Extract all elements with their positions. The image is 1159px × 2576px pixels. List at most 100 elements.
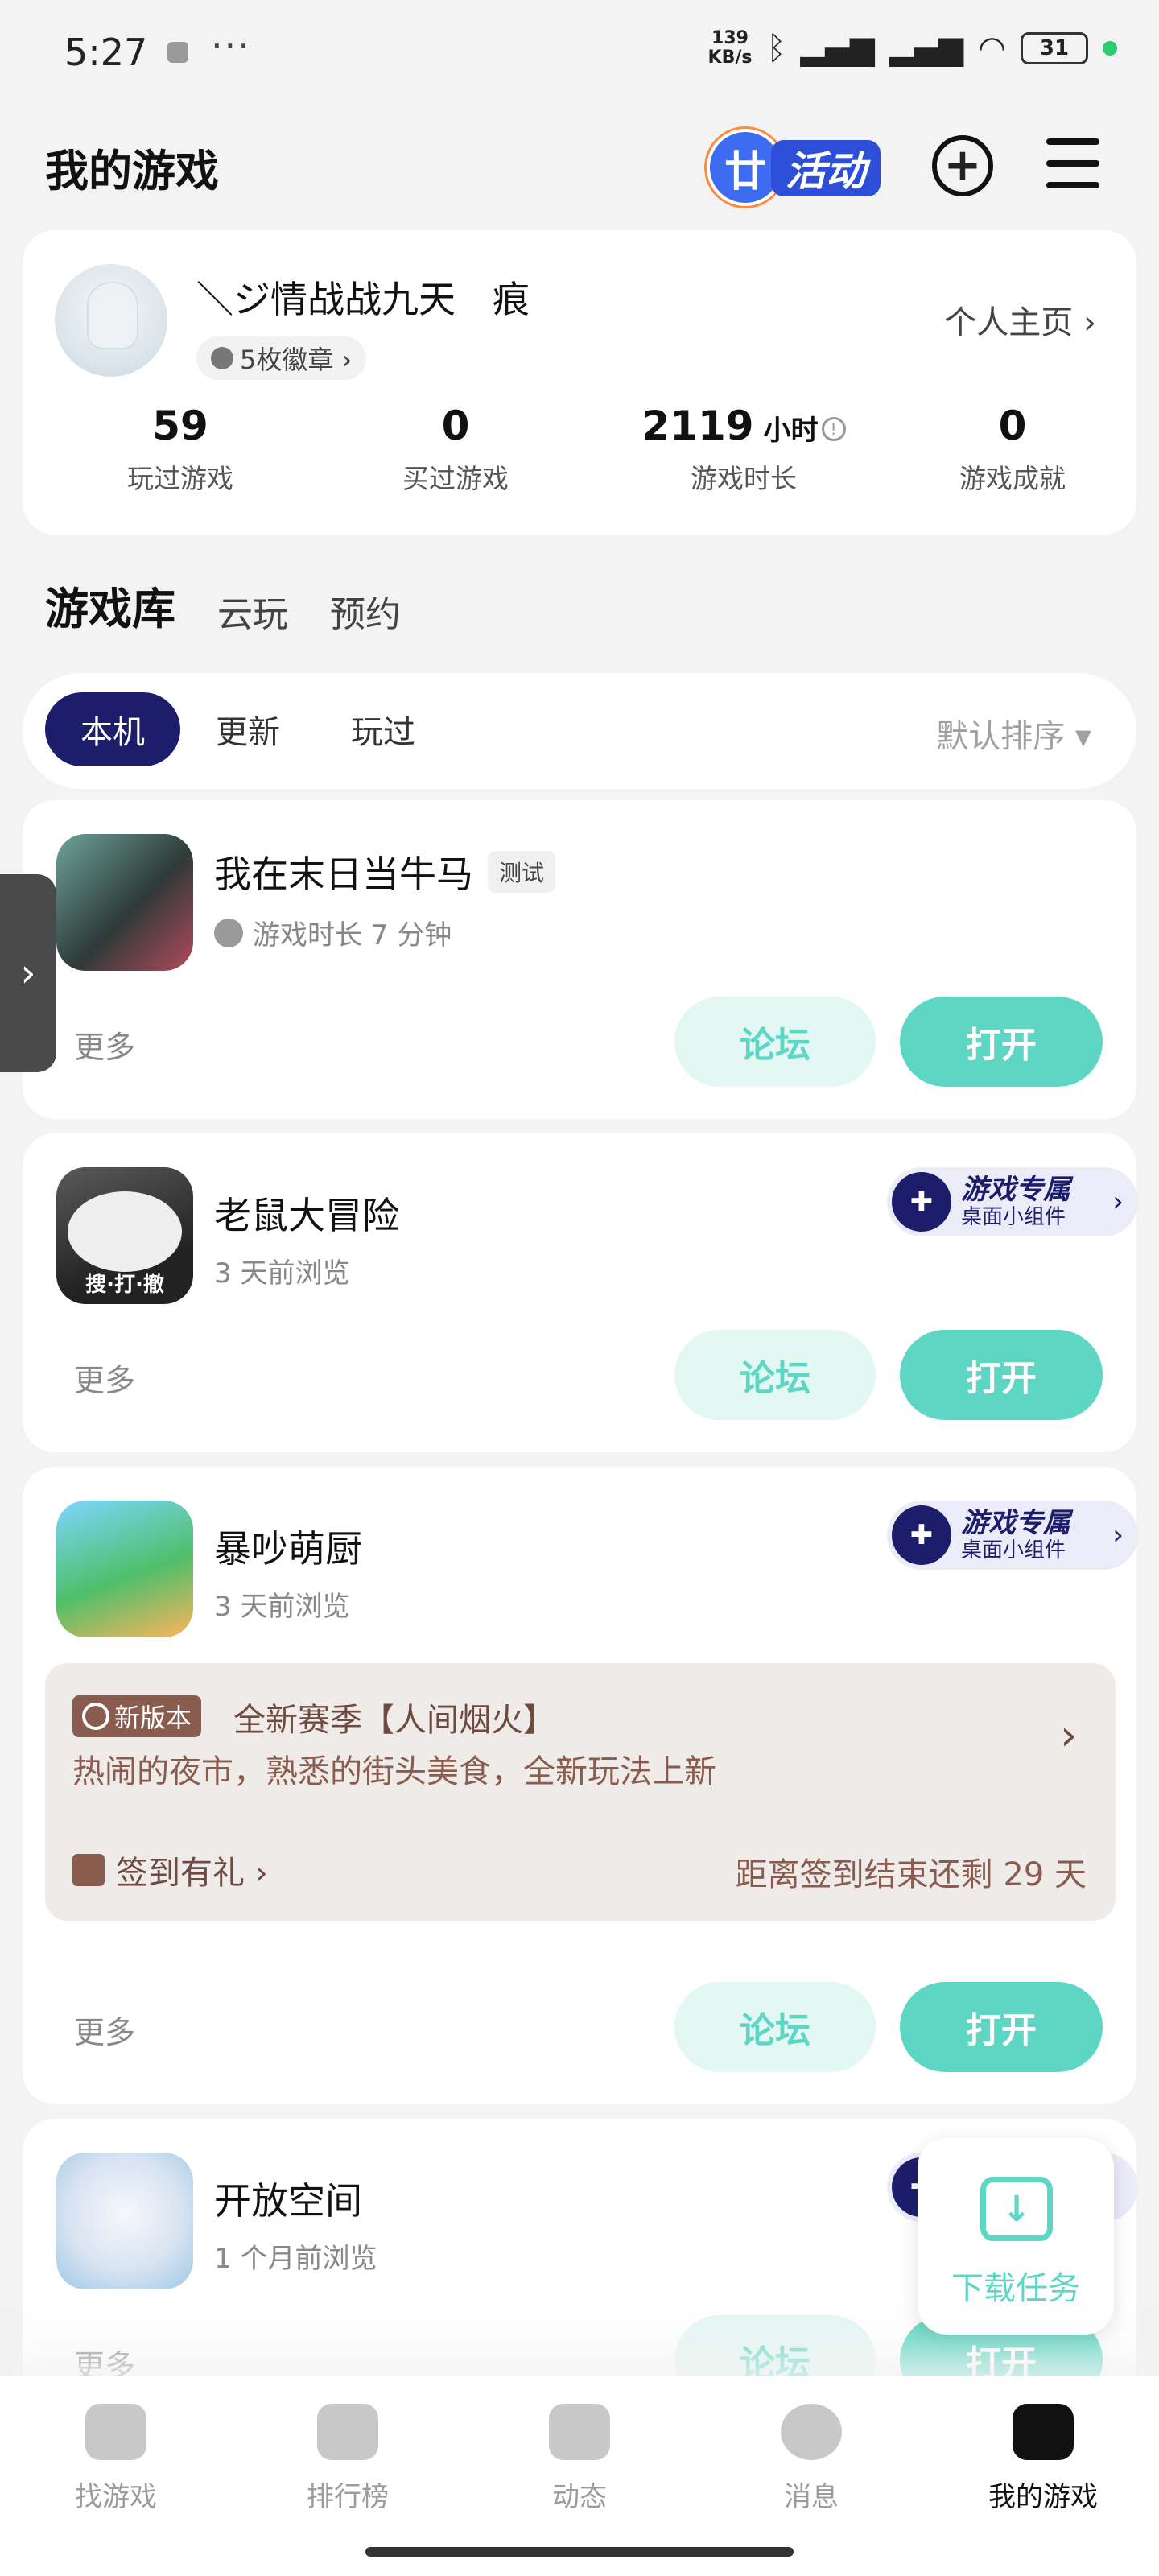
profile-card: ＼ジ情战战九天 痕 5枚徽章 › 个人主页 › 59 玩过游戏 0 买过游戏 2…	[23, 230, 1136, 535]
nav-label: 消息	[784, 2481, 839, 2513]
stat-value: 59	[152, 402, 208, 449]
game-icon[interactable]: 搜·打·撤	[56, 1167, 193, 1304]
nav-find-games[interactable]: 找游戏	[35, 2404, 196, 2514]
stat-bought[interactable]: 0 买过游戏	[335, 402, 576, 496]
nav-label: 排行榜	[307, 2481, 389, 2513]
game-name: 老鼠大冒险	[214, 1194, 399, 1237]
info-icon[interactable]: !	[821, 416, 846, 441]
side-drawer-handle[interactable]: ›	[0, 874, 56, 1072]
more-button[interactable]: 更多	[74, 1356, 135, 1400]
game-subtitle: 游戏时长 7 分钟	[253, 919, 452, 952]
homepage-link[interactable]: 个人主页 ›	[944, 296, 1096, 343]
page-title: 我的游戏	[45, 146, 219, 196]
new-version-tag: 新版本	[72, 1695, 202, 1737]
activity-label: 活动	[771, 140, 881, 196]
event-title: 全新赛季【人间烟火】	[233, 1702, 555, 1739]
gamepad-icon	[1013, 2404, 1074, 2460]
stat-playtime[interactable]: 2119 小时! 游戏时长	[599, 402, 889, 496]
open-button[interactable]: 打开	[900, 1982, 1103, 2072]
game-icon[interactable]	[56, 834, 193, 971]
game-subtitle: 3 天前浏览	[214, 1257, 350, 1290]
gamepad-icon: ✚	[892, 1505, 951, 1565]
nav-label: 我的游戏	[988, 2481, 1098, 2513]
wifi-icon: ◠	[978, 30, 1006, 67]
network-speed: 139 KB/s	[707, 28, 753, 68]
open-button[interactable]: 打开	[900, 1330, 1103, 1420]
widget-subtitle: 桌面小组件	[961, 1538, 1066, 1563]
status-bar: 5:27 ··· 139 KB/s ᛒ ▂▄▆ ▂▄▆ ◠ 31	[0, 0, 1159, 105]
nav-messages[interactable]: 消息	[731, 2404, 892, 2514]
messages-icon	[781, 2404, 842, 2460]
chevron-right-icon: ›	[1112, 1186, 1124, 1218]
nav-rankings[interactable]: 排行榜	[267, 2404, 428, 2514]
filter-bar: 本机 更新 玩过 默认排序 ▾	[23, 673, 1136, 789]
tab-cloud[interactable]: 云玩	[217, 585, 288, 637]
chevron-right-icon: ›	[1112, 1519, 1124, 1551]
game-name: 开放空间	[214, 2179, 362, 2223]
sign-in-reward-link[interactable]: 签到有礼 ›	[72, 1847, 268, 1893]
status-time: 5:27	[64, 31, 148, 74]
filter-local[interactable]: 本机	[45, 692, 180, 766]
forum-button[interactable]: 论坛	[674, 997, 876, 1087]
tab-library[interactable]: 游戏库	[42, 573, 179, 637]
stat-label: 买过游戏	[402, 463, 509, 494]
stat-played[interactable]: 59 玩过游戏	[60, 402, 301, 496]
medal-icon	[211, 347, 233, 369]
more-notifications-icon: ···	[211, 24, 251, 68]
game-icon-text: 搜·打·撤	[85, 1273, 164, 1297]
signal-icon: ▂▄▆	[800, 30, 875, 67]
badges-button[interactable]: 5枚徽章 ›	[196, 336, 367, 380]
game-icon[interactable]	[56, 1501, 193, 1637]
stat-value: 0	[998, 402, 1027, 449]
game-subtitle: 1 个月前浏览	[214, 2243, 377, 2275]
version-icon	[82, 1703, 109, 1730]
more-button[interactable]: 更多	[74, 1022, 135, 1067]
filter-update[interactable]: 更新	[180, 692, 316, 766]
home-indicator[interactable]	[365, 2547, 794, 2557]
privacy-indicator-icon	[1103, 41, 1117, 56]
avatar[interactable]	[55, 264, 167, 377]
forum-button[interactable]: 论坛	[674, 1982, 876, 2072]
badges-label: 5枚徽章 ›	[240, 345, 353, 375]
add-icon[interactable]: +	[932, 135, 993, 196]
stat-value: 0	[441, 402, 470, 449]
main-tabs: 游戏库 云玩 预约	[42, 573, 401, 637]
lock-icon	[167, 42, 188, 63]
tab-reservation[interactable]: 预约	[330, 585, 401, 637]
event-banner[interactable]: 新版本 全新赛季【人间烟火】 热闹的夜市，熟悉的街头美食，全新玩法上新 › 签到…	[45, 1663, 1116, 1921]
menu-icon[interactable]	[1046, 138, 1099, 188]
game-icon[interactable]	[56, 2153, 193, 2289]
nav-my-games[interactable]: 我的游戏	[963, 2404, 1124, 2514]
filter-played[interactable]: 玩过	[316, 692, 451, 766]
widget-title: 游戏专属	[961, 1174, 1070, 1206]
bluetooth-icon: ᛒ	[766, 30, 786, 67]
forum-button[interactable]: 论坛	[674, 1330, 876, 1420]
game-subtitle: 3 天前浏览	[214, 1591, 350, 1623]
event-description: 热闹的夜市，熟悉的街头美食，全新玩法上新	[72, 1753, 716, 1790]
timer-icon	[214, 918, 243, 947]
activity-button[interactable]: 廿 活动	[707, 121, 884, 208]
more-button[interactable]: 更多	[74, 2008, 135, 2052]
new-version-label: 新版本	[114, 1703, 192, 1733]
sort-dropdown[interactable]: 默认排序 ▾	[936, 710, 1091, 757]
chevron-right-icon[interactable]: ›	[1060, 1711, 1077, 1760]
nav-label: 动态	[552, 2481, 607, 2513]
stat-achievements[interactable]: 0 游戏成就	[892, 402, 1133, 496]
download-task-label: 下载任务	[951, 2270, 1080, 2307]
download-task-button[interactable]: ↓ 下载任务	[918, 2138, 1114, 2334]
feed-icon	[549, 2404, 610, 2460]
game-card: 暴吵萌厨 3 天前浏览 ✚ 游戏专属 桌面小组件 › 新版本 全新赛季【人间烟火…	[23, 1467, 1138, 2104]
game-name: 我在末日当牛马	[214, 852, 473, 896]
test-tag: 测试	[488, 851, 556, 893]
widget-promo-button[interactable]: ✚ 游戏专属 桌面小组件 ›	[887, 1501, 1138, 1570]
sign-in-remaining: 距离签到结束还剩 29 天	[735, 1856, 1087, 1893]
battery-icon: 31	[1021, 32, 1088, 64]
bottom-nav: 找游戏 排行榜 动态 消息 我的游戏	[0, 2376, 1159, 2576]
nav-feed[interactable]: 动态	[499, 2404, 660, 2514]
widget-promo-button[interactable]: ✚ 游戏专属 桌面小组件 ›	[887, 1167, 1138, 1236]
stat-value: 2119	[641, 402, 754, 449]
download-icon: ↓	[980, 2177, 1053, 2241]
stat-label: 玩过游戏	[127, 463, 233, 494]
stat-label: 游戏时长	[691, 463, 797, 494]
open-button[interactable]: 打开	[900, 997, 1103, 1087]
